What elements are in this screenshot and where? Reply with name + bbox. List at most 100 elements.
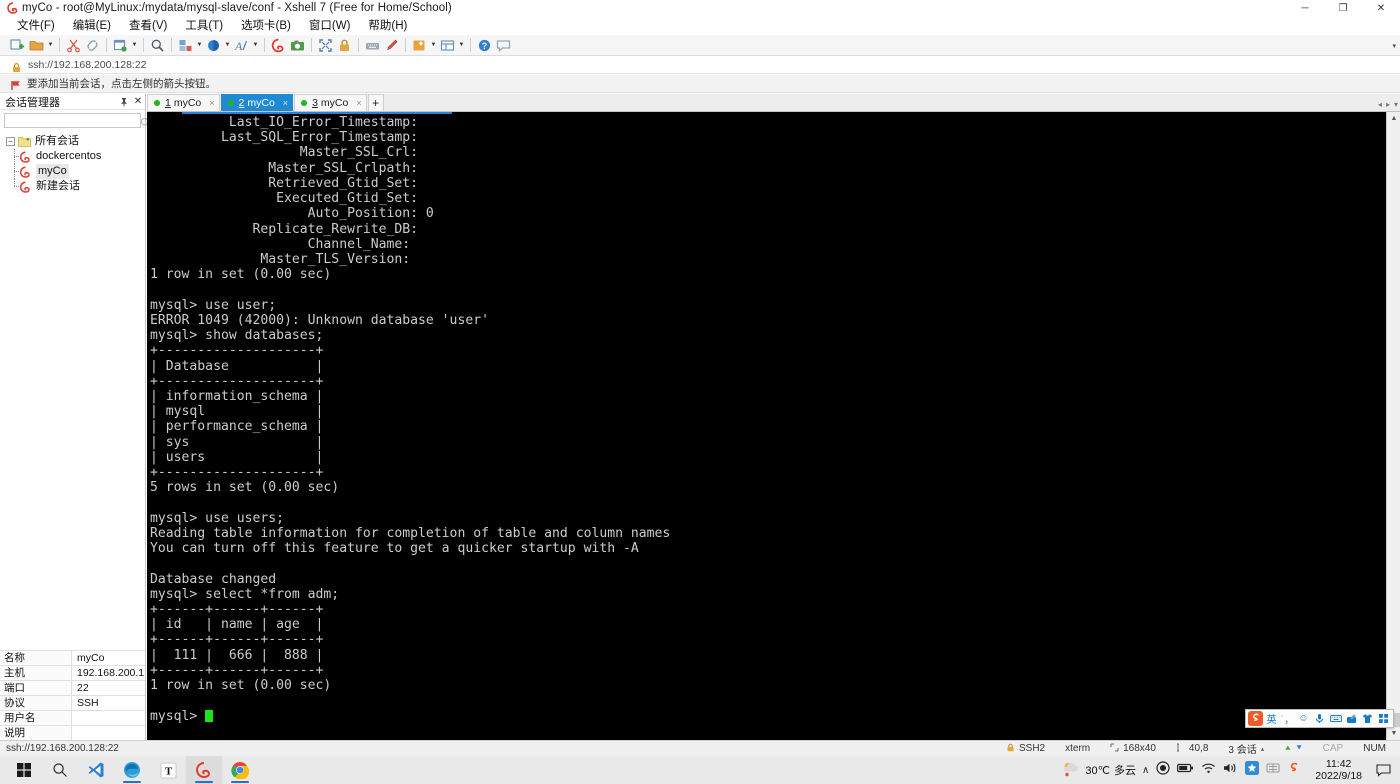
fullscreen-icon[interactable] — [316, 36, 335, 55]
edge-icon[interactable] — [114, 756, 150, 784]
toolbar-overflow-icon[interactable]: ▾ — [1392, 35, 1396, 56]
terminal-output[interactable]: Last_IO_Error_Timestamp: Last_SQL_Error_… — [147, 115, 1379, 740]
menu-file[interactable]: 文件(F) — [8, 17, 64, 35]
help-icon[interactable]: ? — [475, 36, 494, 55]
status-right-group: SSH2 xterm 168x40 40,8 3 会话 ▴ ⯅ ⯆ CAP NU… — [996, 741, 1396, 756]
new-session-icon[interactable] — [8, 36, 27, 55]
scroll-up-icon[interactable]: ▲ — [1387, 112, 1400, 125]
color-scheme-icon[interactable] — [204, 36, 223, 55]
highlight-icon[interactable] — [382, 36, 401, 55]
svg-text:?: ? — [482, 41, 488, 51]
transfer-icon[interactable] — [410, 36, 429, 55]
status-sessions[interactable]: 3 会话 ▴ — [1218, 741, 1274, 756]
property-value: 22 — [77, 682, 89, 694]
tray-battery-icon[interactable] — [1177, 761, 1194, 779]
terminal-line: | information_schema | — [150, 388, 324, 404]
terminal-scrollbar[interactable]: ▲ ▼ — [1386, 112, 1400, 740]
ime-toolbox-icon[interactable] — [1376, 711, 1391, 726]
layout-icon[interactable] — [176, 36, 195, 55]
find-icon[interactable] — [148, 36, 167, 55]
tree-root-all-sessions[interactable]: − 所有会话 — [0, 134, 145, 149]
weather-widget[interactable]: 30℃ 多云 — [1061, 760, 1136, 781]
split-view-icon[interactable] — [438, 36, 457, 55]
menu-edit[interactable]: 编辑(E) — [64, 17, 120, 35]
ime-handwriting-icon[interactable] — [1344, 711, 1359, 726]
session-item-dockercentos[interactable]: dockercentos — [0, 149, 145, 164]
vscode-icon[interactable] — [78, 756, 114, 784]
tab-close-icon[interactable]: × — [209, 98, 214, 108]
property-value: myCo — [77, 652, 105, 664]
tray-wifi-icon[interactable] — [1201, 761, 1216, 779]
menu-help[interactable]: 帮助(H) — [359, 17, 416, 35]
comment-icon[interactable] — [494, 36, 513, 55]
lock-icon[interactable] — [335, 36, 354, 55]
xshell-icon[interactable] — [269, 36, 288, 55]
address-bar[interactable]: ssh://192.168.200.128:22 — [0, 57, 1400, 74]
start-button[interactable] — [6, 756, 42, 784]
session-item-myco[interactable]: myCo — [0, 164, 145, 179]
maximize-button[interactable]: ❐ — [1324, 0, 1362, 16]
paste-icon[interactable] — [83, 36, 102, 55]
terminal-line: +------+------+------+ — [150, 632, 324, 648]
tray-volume-icon[interactable] — [1223, 761, 1238, 779]
close-panel-icon[interactable]: ✕ — [131, 95, 145, 109]
ime-mode-toggle[interactable]: 英 — [1264, 711, 1279, 726]
keyboard-icon[interactable] — [363, 36, 382, 55]
weather-icon — [1061, 760, 1081, 781]
tab-close-icon[interactable]: × — [356, 98, 361, 108]
search-icon[interactable] — [42, 756, 78, 784]
tray-sogou-icon[interactable] — [1287, 761, 1301, 780]
tab-3-myco[interactable]: 3 myCo × — [294, 94, 367, 111]
session-manager-title: 会话管理器 — [5, 96, 60, 109]
capture-icon[interactable] — [288, 36, 307, 55]
open-folder-icon[interactable] — [27, 36, 46, 55]
collapse-icon[interactable]: − — [6, 137, 15, 146]
terminal-line: Reading table information for completion… — [150, 525, 671, 541]
tab-2-myco[interactable]: 2 myCo × — [220, 94, 294, 111]
typora-icon[interactable]: T — [150, 756, 186, 784]
open-folder-dropdown-icon[interactable]: ▼ — [46, 36, 55, 55]
minimize-button[interactable]: ─ — [1286, 0, 1324, 16]
tab-prev-icon[interactable]: ◂ — [1378, 100, 1382, 109]
ime-punctuation-icon[interactable]: ˙， — [1280, 711, 1295, 726]
split-view-dropdown-icon[interactable]: ▼ — [457, 36, 466, 55]
transfer-dropdown-icon[interactable]: ▼ — [429, 36, 438, 55]
close-button[interactable]: ✕ — [1362, 0, 1400, 16]
menu-tools[interactable]: 工具(T) — [176, 17, 232, 35]
font-dropdown-icon[interactable]: ▼ — [251, 36, 260, 55]
tab-menu-icon[interactable]: ▾ — [1394, 100, 1398, 109]
new-tab-button[interactable]: + — [367, 94, 384, 111]
tray-expand-icon[interactable]: ∧ — [1142, 765, 1149, 776]
scroll-down-icon[interactable]: ▼ — [1387, 727, 1400, 740]
pin-icon[interactable] — [117, 95, 131, 109]
ime-emoji-icon[interactable]: ☺ — [1296, 711, 1311, 726]
color-scheme-dropdown-icon[interactable]: ▼ — [223, 36, 232, 55]
layout-dropdown-icon[interactable]: ▼ — [195, 36, 204, 55]
tray-misc-icon[interactable] — [1266, 761, 1280, 780]
xshell-icon[interactable] — [186, 756, 222, 784]
menu-view[interactable]: 查看(V) — [120, 17, 176, 35]
ime-skin-icon[interactable] — [1360, 711, 1375, 726]
session-manager-icon[interactable] — [111, 36, 130, 55]
cut-icon[interactable] — [64, 36, 83, 55]
tray-ime-badge-icon[interactable] — [1245, 760, 1260, 780]
taskbar-clock[interactable]: 11:42 2022/9/18 — [1307, 758, 1370, 782]
tab-close-icon[interactable]: × — [283, 98, 288, 108]
session-manager-dropdown-icon[interactable]: ▼ — [130, 36, 139, 55]
sogou-logo-icon[interactable] — [1248, 711, 1263, 726]
tray-record-icon[interactable] — [1156, 760, 1170, 780]
font-icon[interactable]: A — [232, 36, 251, 55]
ime-keyboard-icon[interactable] — [1328, 711, 1343, 726]
session-item-new[interactable]: 新建会话 — [0, 179, 145, 194]
menu-window[interactable]: 窗口(W) — [300, 17, 360, 35]
session-search-input[interactable] — [8, 115, 140, 126]
session-search-box[interactable] — [4, 113, 151, 128]
menu-tabs[interactable]: 选项卡(B) — [232, 17, 300, 35]
tab-next-icon[interactable]: ▸ — [1386, 100, 1390, 109]
ime-voice-icon[interactable] — [1312, 711, 1327, 726]
notification-center-icon[interactable] — [1370, 756, 1396, 784]
status-sessions-label: 3 会话 — [1228, 745, 1257, 756]
chrome-icon[interactable] — [222, 756, 258, 784]
status-sessions-caret-icon[interactable]: ▴ — [1261, 745, 1265, 753]
tab-1-myco[interactable]: 1 myCo × — [147, 94, 220, 111]
